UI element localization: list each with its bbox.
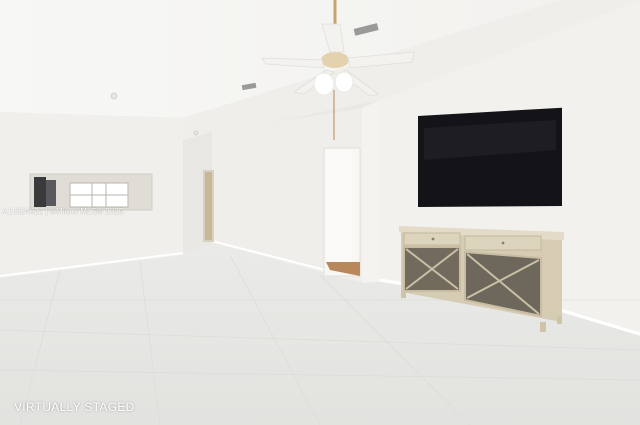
recessed-light: [193, 130, 199, 136]
recessed-light: [110, 92, 118, 100]
partition-wall: [362, 100, 380, 283]
corridor-door-frame: [205, 172, 212, 240]
virtually-staged-caption: VIRTUALLY STAGED: [14, 400, 135, 414]
mls-watermark: A11834622 | ©Miami MLS® 2025: [2, 207, 124, 216]
interior-shadow: [46, 180, 56, 206]
door-panel: [326, 150, 352, 262]
room-photo: A11834622 | ©Miami MLS® 2025 VIRTUALLY S…: [0, 0, 640, 425]
tv-reflection: [34, 177, 46, 207]
